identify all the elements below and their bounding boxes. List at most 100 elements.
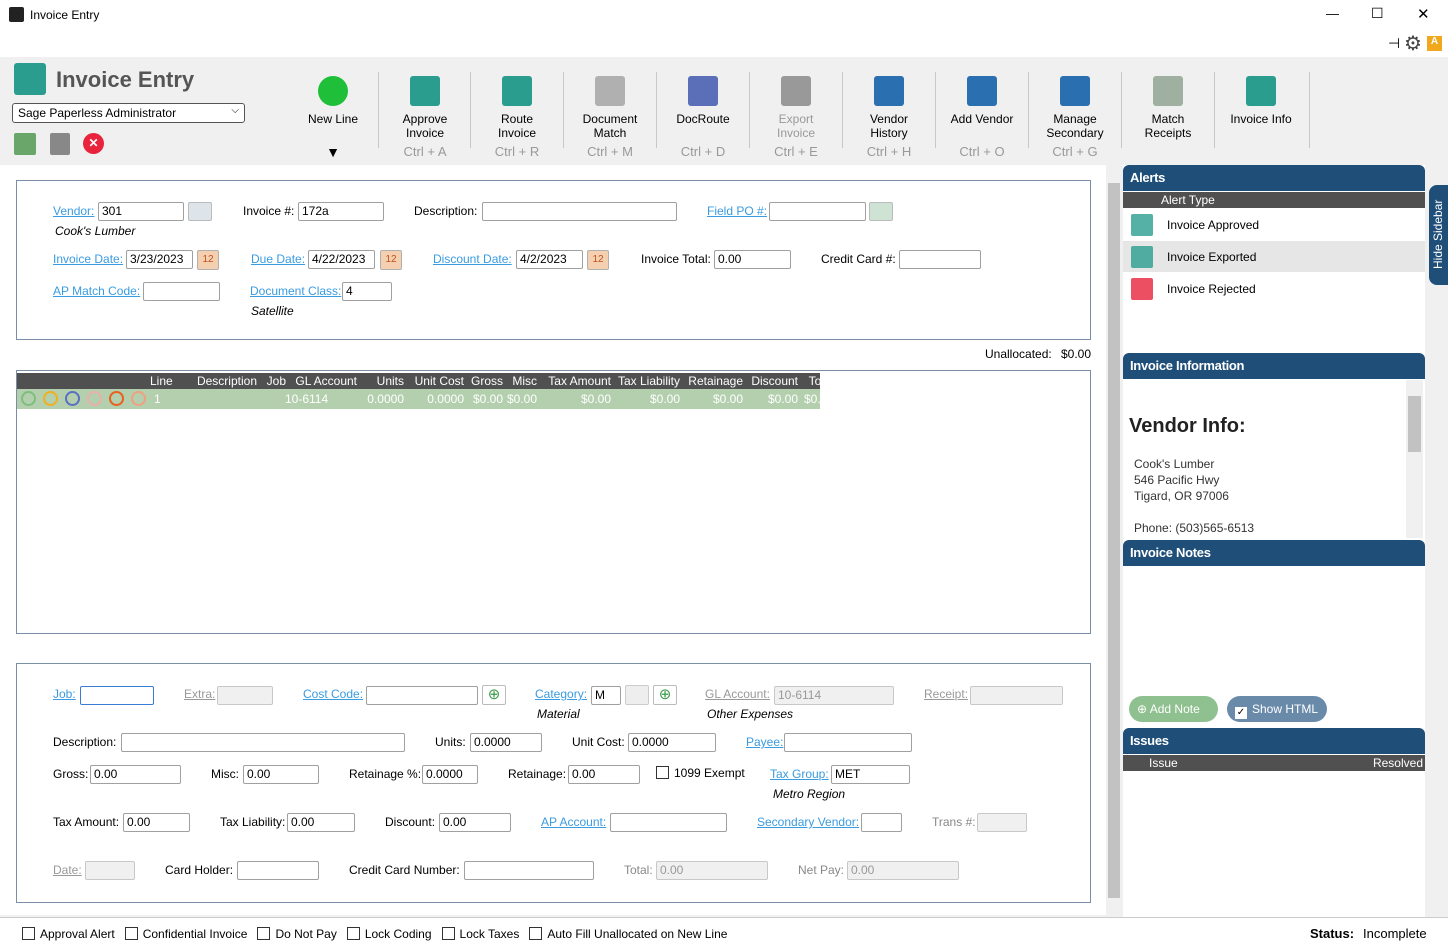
- close-button[interactable]: ✕: [1417, 5, 1430, 23]
- help-line-icon[interactable]: [131, 391, 146, 406]
- invoice-total-field[interactable]: 0.00: [714, 250, 791, 269]
- dropdown-arrow-icon[interactable]: ▼: [287, 144, 379, 160]
- toolbar-manage-secondary-button[interactable]: Manage Secondary Ctrl + G: [1029, 72, 1121, 162]
- column-header-description[interactable]: Description: [197, 374, 257, 388]
- tax-group-field[interactable]: MET: [831, 765, 910, 784]
- receipt-label[interactable]: Receipt:: [924, 687, 968, 701]
- checkbox-auto-fill-unallocated-on-new-line[interactable]: Auto Fill Unallocated on New Line: [529, 927, 727, 941]
- units-field[interactable]: 0.0000: [470, 733, 542, 752]
- date-field[interactable]: [85, 861, 135, 880]
- calendar-icon[interactable]: 12: [197, 250, 219, 270]
- job-label[interactable]: Job:: [53, 687, 76, 701]
- misc-field[interactable]: 0.00: [243, 765, 319, 784]
- gear-icon[interactable]: ⚙: [1404, 31, 1422, 56]
- calendar-icon[interactable]: 12: [380, 250, 402, 270]
- toolbar-docroute-button[interactable]: DocRoute Ctrl + D: [657, 72, 749, 162]
- checkbox-do-not-pay[interactable]: Do Not Pay: [257, 927, 337, 941]
- cost-code-label[interactable]: Cost Code:: [303, 687, 363, 701]
- invoice-date-field[interactable]: 3/23/2023: [126, 250, 193, 269]
- checkbox-approval-alert[interactable]: Approval Alert: [22, 927, 115, 941]
- column-header-misc[interactable]: Misc: [512, 374, 537, 388]
- alert-item[interactable]: Invoice Approved: [1123, 209, 1425, 240]
- checkbox-lock-taxes[interactable]: Lock Taxes: [441, 927, 519, 941]
- issue-column[interactable]: Issue: [1149, 756, 1178, 770]
- field-po-lookup-icon[interactable]: [869, 202, 893, 221]
- tax-group-label[interactable]: Tax Group:: [770, 767, 829, 781]
- column-header-job[interactable]: Job: [267, 374, 286, 388]
- description-field[interactable]: [482, 202, 677, 221]
- gl-account-label[interactable]: GL Account:: [705, 687, 770, 701]
- field-po-field[interactable]: [769, 202, 866, 221]
- cost-code-field[interactable]: [366, 686, 478, 705]
- toolbar-invoice-info-button[interactable]: Invoice Info: [1215, 72, 1307, 162]
- category-lookup-icon[interactable]: [625, 685, 649, 705]
- category-label[interactable]: Category:: [535, 687, 587, 701]
- vendor-lookup-icon[interactable]: [188, 202, 212, 221]
- toolbar-document-match-button[interactable]: Document Match Ctrl + M: [564, 72, 656, 162]
- main-scrollbar[interactable]: [1106, 165, 1122, 915]
- vendor-field[interactable]: 301: [98, 202, 184, 221]
- due-date-field[interactable]: 4/22/2023: [308, 250, 375, 269]
- alert-item[interactable]: Invoice Exported: [1123, 241, 1425, 272]
- refresh-line-icon[interactable]: [65, 391, 80, 406]
- secondary-vendor-field[interactable]: [861, 813, 902, 832]
- checkbox-confidential-invoice[interactable]: Confidential Invoice: [124, 927, 247, 941]
- checkbox-lock-coding[interactable]: Lock Coding: [346, 927, 432, 941]
- hide-sidebar-tab[interactable]: Hide Sidebar: [1429, 185, 1448, 285]
- delete-line-icon[interactable]: [109, 391, 124, 406]
- toolbar-match-receipts-button[interactable]: Match Receipts: [1122, 72, 1214, 162]
- column-header-line[interactable]: Line: [150, 374, 173, 388]
- card-holder-field[interactable]: [237, 861, 319, 880]
- doc-class-field[interactable]: 4: [342, 282, 392, 301]
- maximize-button[interactable]: ☐: [1371, 5, 1384, 22]
- invoice-small-icon[interactable]: [50, 133, 70, 155]
- column-header-total[interactable]: Total: [809, 374, 834, 388]
- add-category-icon[interactable]: ⊕: [653, 685, 677, 705]
- alert-item[interactable]: Invoice Rejected: [1123, 273, 1425, 304]
- column-header-tax-liability[interactable]: Tax Liability: [618, 374, 680, 388]
- ap-match-label[interactable]: AP Match Code:: [53, 284, 140, 298]
- pin-icon[interactable]: ⊣: [1388, 35, 1400, 52]
- credit-card-field[interactable]: [899, 250, 981, 269]
- unit-cost-field[interactable]: 0.0000: [628, 733, 716, 752]
- toolbar-new-line-button[interactable]: New Line ▼: [287, 72, 379, 162]
- ap-account-field[interactable]: [610, 813, 727, 832]
- tax-amount-field[interactable]: 0.00: [123, 813, 190, 832]
- payee-label[interactable]: Payee:: [746, 735, 783, 749]
- line-description-field[interactable]: [121, 733, 405, 752]
- column-header-gl-account[interactable]: GL Account: [295, 374, 357, 388]
- save-icon[interactable]: [14, 133, 36, 155]
- table-row[interactable]: 1 10-6114 0.0000 0.0000 $0.00 $0.00 $0.00 $0.00…: [17, 389, 834, 409]
- toolbar-add-vendor-button[interactable]: Add Vendor Ctrl + O: [936, 72, 1028, 162]
- toolbar-export-invoice-button[interactable]: Export Invoice Ctrl + E: [750, 72, 842, 162]
- resolved-column[interactable]: Resolved: [1373, 756, 1423, 770]
- total-field[interactable]: 0.00: [656, 861, 768, 880]
- retainage-pct-field[interactable]: 0.0000: [422, 765, 478, 784]
- date-label[interactable]: Date:: [53, 863, 82, 877]
- tax-liability-field[interactable]: 0.00: [287, 813, 355, 832]
- ap-match-field[interactable]: [143, 282, 220, 301]
- vendor-label[interactable]: Vendor:: [53, 204, 94, 218]
- invoice-date-label[interactable]: Invoice Date:: [53, 252, 123, 266]
- discount-field[interactable]: 0.00: [439, 813, 511, 832]
- discount-date-field[interactable]: 4/2/2023: [516, 250, 583, 269]
- column-header-retainage[interactable]: Retainage: [688, 374, 743, 388]
- field-po-label[interactable]: Field PO #:: [707, 204, 767, 218]
- cancel-icon[interactable]: ✕: [83, 133, 104, 154]
- extra-field[interactable]: [217, 686, 273, 705]
- exempt-1099-checkbox[interactable]: 1099 Exempt: [656, 766, 745, 780]
- doc-class-label[interactable]: Document Class:: [250, 284, 341, 298]
- column-header-tax-amount[interactable]: Tax Amount: [548, 374, 611, 388]
- column-header-units[interactable]: Units: [377, 374, 404, 388]
- info-scrollbar[interactable]: [1406, 380, 1423, 538]
- receipt-field[interactable]: [970, 686, 1063, 705]
- job-field[interactable]: [80, 686, 154, 705]
- net-pay-field[interactable]: 0.00: [847, 861, 959, 880]
- invoice-no-field[interactable]: 172a: [298, 202, 384, 221]
- column-header-unit-cost[interactable]: Unit Cost: [415, 374, 464, 388]
- dollar-line-icon[interactable]: [87, 391, 102, 406]
- gl-account-field[interactable]: 10-6114: [774, 686, 894, 705]
- ap-account-label[interactable]: AP Account:: [541, 815, 606, 829]
- due-date-label[interactable]: Due Date:: [251, 252, 305, 266]
- add-note-button[interactable]: ⊕ Add Note: [1129, 696, 1218, 722]
